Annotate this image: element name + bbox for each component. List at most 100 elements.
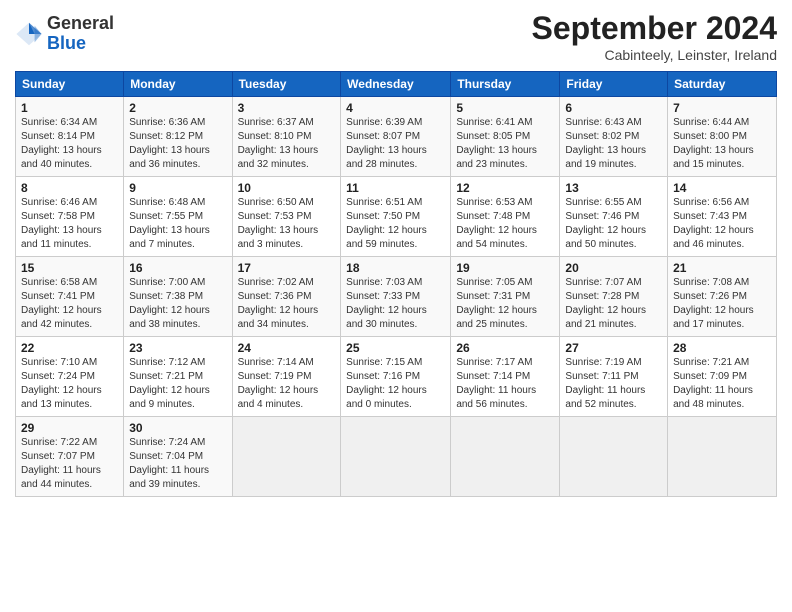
day-info: Sunrise: 7:08 AM Sunset: 7:26 PM Dayligh… bbox=[673, 276, 771, 332]
day-info: Sunrise: 7:00 AM Sunset: 7:38 PM Dayligh… bbox=[129, 276, 226, 332]
table-row: 20 Sunrise: 7:07 AM Sunset: 7:28 PM Dayl… bbox=[560, 257, 668, 337]
day-number: 11 bbox=[346, 181, 445, 195]
logo-icon bbox=[15, 20, 43, 48]
calendar-week-row: 8 Sunrise: 6:46 AM Sunset: 7:58 PM Dayli… bbox=[16, 177, 777, 257]
table-row: 13 Sunrise: 6:55 AM Sunset: 7:46 PM Dayl… bbox=[560, 177, 668, 257]
day-number: 6 bbox=[565, 101, 662, 115]
day-info: Sunrise: 7:12 AM Sunset: 7:21 PM Dayligh… bbox=[129, 356, 226, 412]
title-block: September 2024 Cabinteely, Leinster, Ire… bbox=[532, 10, 777, 63]
calendar-week-row: 15 Sunrise: 6:58 AM Sunset: 7:41 PM Dayl… bbox=[16, 257, 777, 337]
table-row: 22 Sunrise: 7:10 AM Sunset: 7:24 PM Dayl… bbox=[16, 337, 124, 417]
table-row: 16 Sunrise: 7:00 AM Sunset: 7:38 PM Dayl… bbox=[124, 257, 232, 337]
day-number: 25 bbox=[346, 341, 445, 355]
table-row bbox=[451, 417, 560, 497]
day-info: Sunrise: 7:21 AM Sunset: 7:09 PM Dayligh… bbox=[673, 356, 771, 412]
day-info: Sunrise: 7:14 AM Sunset: 7:19 PM Dayligh… bbox=[238, 356, 336, 412]
table-row: 1 Sunrise: 6:34 AM Sunset: 8:14 PM Dayli… bbox=[16, 97, 124, 177]
table-row bbox=[341, 417, 451, 497]
table-row bbox=[668, 417, 777, 497]
table-row: 19 Sunrise: 7:05 AM Sunset: 7:31 PM Dayl… bbox=[451, 257, 560, 337]
day-info: Sunrise: 6:44 AM Sunset: 8:00 PM Dayligh… bbox=[673, 116, 771, 172]
calendar-week-row: 22 Sunrise: 7:10 AM Sunset: 7:24 PM Dayl… bbox=[16, 337, 777, 417]
table-row: 27 Sunrise: 7:19 AM Sunset: 7:11 PM Dayl… bbox=[560, 337, 668, 417]
day-number: 23 bbox=[129, 341, 226, 355]
table-row bbox=[232, 417, 341, 497]
calendar-week-row: 1 Sunrise: 6:34 AM Sunset: 8:14 PM Dayli… bbox=[16, 97, 777, 177]
table-row: 2 Sunrise: 6:36 AM Sunset: 8:12 PM Dayli… bbox=[124, 97, 232, 177]
day-info: Sunrise: 7:15 AM Sunset: 7:16 PM Dayligh… bbox=[346, 356, 445, 412]
day-info: Sunrise: 6:37 AM Sunset: 8:10 PM Dayligh… bbox=[238, 116, 336, 172]
day-number: 15 bbox=[21, 261, 118, 275]
day-number: 17 bbox=[238, 261, 336, 275]
day-info: Sunrise: 7:07 AM Sunset: 7:28 PM Dayligh… bbox=[565, 276, 662, 332]
day-number: 18 bbox=[346, 261, 445, 275]
table-row: 15 Sunrise: 6:58 AM Sunset: 7:41 PM Dayl… bbox=[16, 257, 124, 337]
col-friday: Friday bbox=[560, 72, 668, 97]
day-info: Sunrise: 6:34 AM Sunset: 8:14 PM Dayligh… bbox=[21, 116, 118, 172]
day-number: 3 bbox=[238, 101, 336, 115]
table-row: 10 Sunrise: 6:50 AM Sunset: 7:53 PM Dayl… bbox=[232, 177, 341, 257]
logo-text: General Blue bbox=[47, 14, 114, 54]
day-info: Sunrise: 7:17 AM Sunset: 7:14 PM Dayligh… bbox=[456, 356, 554, 412]
day-info: Sunrise: 6:36 AM Sunset: 8:12 PM Dayligh… bbox=[129, 116, 226, 172]
day-number: 19 bbox=[456, 261, 554, 275]
day-number: 26 bbox=[456, 341, 554, 355]
table-row: 21 Sunrise: 7:08 AM Sunset: 7:26 PM Dayl… bbox=[668, 257, 777, 337]
table-row: 5 Sunrise: 6:41 AM Sunset: 8:05 PM Dayli… bbox=[451, 97, 560, 177]
day-number: 5 bbox=[456, 101, 554, 115]
day-number: 1 bbox=[21, 101, 118, 115]
day-number: 7 bbox=[673, 101, 771, 115]
day-number: 4 bbox=[346, 101, 445, 115]
day-number: 28 bbox=[673, 341, 771, 355]
day-info: Sunrise: 7:02 AM Sunset: 7:36 PM Dayligh… bbox=[238, 276, 336, 332]
day-number: 12 bbox=[456, 181, 554, 195]
day-number: 30 bbox=[129, 421, 226, 435]
day-info: Sunrise: 6:50 AM Sunset: 7:53 PM Dayligh… bbox=[238, 196, 336, 252]
month-title: September 2024 bbox=[532, 10, 777, 47]
day-number: 10 bbox=[238, 181, 336, 195]
day-info: Sunrise: 6:43 AM Sunset: 8:02 PM Dayligh… bbox=[565, 116, 662, 172]
day-info: Sunrise: 7:05 AM Sunset: 7:31 PM Dayligh… bbox=[456, 276, 554, 332]
day-info: Sunrise: 7:22 AM Sunset: 7:07 PM Dayligh… bbox=[21, 436, 118, 492]
day-number: 29 bbox=[21, 421, 118, 435]
table-row: 25 Sunrise: 7:15 AM Sunset: 7:16 PM Dayl… bbox=[341, 337, 451, 417]
day-info: Sunrise: 7:03 AM Sunset: 7:33 PM Dayligh… bbox=[346, 276, 445, 332]
table-row: 24 Sunrise: 7:14 AM Sunset: 7:19 PM Dayl… bbox=[232, 337, 341, 417]
table-row: 7 Sunrise: 6:44 AM Sunset: 8:00 PM Dayli… bbox=[668, 97, 777, 177]
table-row: 28 Sunrise: 7:21 AM Sunset: 7:09 PM Dayl… bbox=[668, 337, 777, 417]
table-row: 4 Sunrise: 6:39 AM Sunset: 8:07 PM Dayli… bbox=[341, 97, 451, 177]
table-row: 26 Sunrise: 7:17 AM Sunset: 7:14 PM Dayl… bbox=[451, 337, 560, 417]
col-tuesday: Tuesday bbox=[232, 72, 341, 97]
table-row: 12 Sunrise: 6:53 AM Sunset: 7:48 PM Dayl… bbox=[451, 177, 560, 257]
day-info: Sunrise: 6:48 AM Sunset: 7:55 PM Dayligh… bbox=[129, 196, 226, 252]
calendar-page: General Blue September 2024 Cabinteely, … bbox=[0, 0, 792, 507]
table-row: 30 Sunrise: 7:24 AM Sunset: 7:04 PM Dayl… bbox=[124, 417, 232, 497]
day-number: 24 bbox=[238, 341, 336, 355]
subtitle: Cabinteely, Leinster, Ireland bbox=[532, 47, 777, 63]
day-number: 21 bbox=[673, 261, 771, 275]
table-row: 11 Sunrise: 6:51 AM Sunset: 7:50 PM Dayl… bbox=[341, 177, 451, 257]
day-info: Sunrise: 7:10 AM Sunset: 7:24 PM Dayligh… bbox=[21, 356, 118, 412]
day-number: 27 bbox=[565, 341, 662, 355]
table-row: 8 Sunrise: 6:46 AM Sunset: 7:58 PM Dayli… bbox=[16, 177, 124, 257]
col-wednesday: Wednesday bbox=[341, 72, 451, 97]
day-info: Sunrise: 7:24 AM Sunset: 7:04 PM Dayligh… bbox=[129, 436, 226, 492]
day-info: Sunrise: 7:19 AM Sunset: 7:11 PM Dayligh… bbox=[565, 356, 662, 412]
table-row: 6 Sunrise: 6:43 AM Sunset: 8:02 PM Dayli… bbox=[560, 97, 668, 177]
day-info: Sunrise: 6:55 AM Sunset: 7:46 PM Dayligh… bbox=[565, 196, 662, 252]
col-thursday: Thursday bbox=[451, 72, 560, 97]
logo: General Blue bbox=[15, 14, 114, 54]
day-info: Sunrise: 6:53 AM Sunset: 7:48 PM Dayligh… bbox=[456, 196, 554, 252]
header: General Blue September 2024 Cabinteely, … bbox=[15, 10, 777, 63]
table-row: 17 Sunrise: 7:02 AM Sunset: 7:36 PM Dayl… bbox=[232, 257, 341, 337]
day-number: 13 bbox=[565, 181, 662, 195]
day-info: Sunrise: 6:58 AM Sunset: 7:41 PM Dayligh… bbox=[21, 276, 118, 332]
day-number: 14 bbox=[673, 181, 771, 195]
day-number: 22 bbox=[21, 341, 118, 355]
day-info: Sunrise: 6:51 AM Sunset: 7:50 PM Dayligh… bbox=[346, 196, 445, 252]
day-info: Sunrise: 6:46 AM Sunset: 7:58 PM Dayligh… bbox=[21, 196, 118, 252]
col-saturday: Saturday bbox=[668, 72, 777, 97]
day-number: 2 bbox=[129, 101, 226, 115]
table-row: 18 Sunrise: 7:03 AM Sunset: 7:33 PM Dayl… bbox=[341, 257, 451, 337]
day-info: Sunrise: 6:39 AM Sunset: 8:07 PM Dayligh… bbox=[346, 116, 445, 172]
